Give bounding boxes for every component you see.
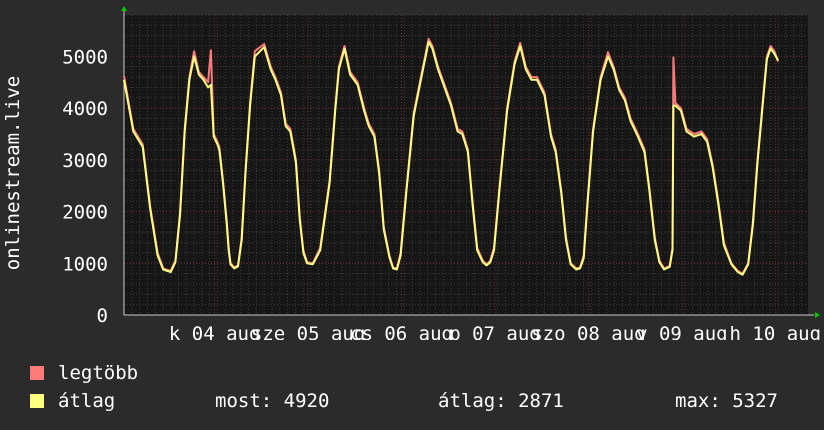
x-tick-label: p 07 aug bbox=[449, 323, 541, 340]
y-axis-label: onlinestream.live bbox=[2, 76, 24, 270]
x-tick-label: k 04 aug bbox=[169, 323, 261, 340]
legend-item-atlag: átlag bbox=[30, 390, 115, 412]
x-tick-label: v 09 aug bbox=[636, 323, 728, 340]
x-axis-arrow bbox=[815, 312, 820, 318]
plot-background bbox=[124, 15, 808, 315]
y-tick-label: 4000 bbox=[62, 98, 108, 120]
legend-swatch-legtobb bbox=[30, 366, 44, 380]
stat-max: max: 5327 bbox=[675, 390, 778, 412]
x-tick-label: szo 08 aug bbox=[531, 323, 645, 340]
legend-label-legtobb: legtöbb bbox=[58, 362, 139, 384]
y-tick-label: 3000 bbox=[62, 150, 108, 172]
y-tick-label: 1000 bbox=[62, 253, 108, 275]
legend-item-legtobb: legtöbb bbox=[30, 362, 138, 384]
legend-swatch-atlag bbox=[30, 394, 44, 408]
y-tick-label: 5000 bbox=[62, 46, 108, 68]
x-tick-label: h 10 aug bbox=[730, 323, 822, 340]
y-axis-arrow bbox=[121, 6, 127, 11]
stat-most: most: 4920 bbox=[215, 390, 330, 412]
x-tick-label: sze 05 aug bbox=[251, 323, 365, 340]
x-tick-label: cs 06 aug bbox=[350, 323, 453, 340]
legend-label-atlag: átlag bbox=[58, 390, 116, 412]
chart-svg: 0 1000 2000 3000 4000 5000 k 04 augsze 05 augc… bbox=[2, 6, 822, 345]
y-tick-label: 0 bbox=[97, 305, 108, 327]
stat-atlag: átlag: 2871 bbox=[438, 390, 564, 412]
y-tick-label: 2000 bbox=[62, 202, 108, 224]
